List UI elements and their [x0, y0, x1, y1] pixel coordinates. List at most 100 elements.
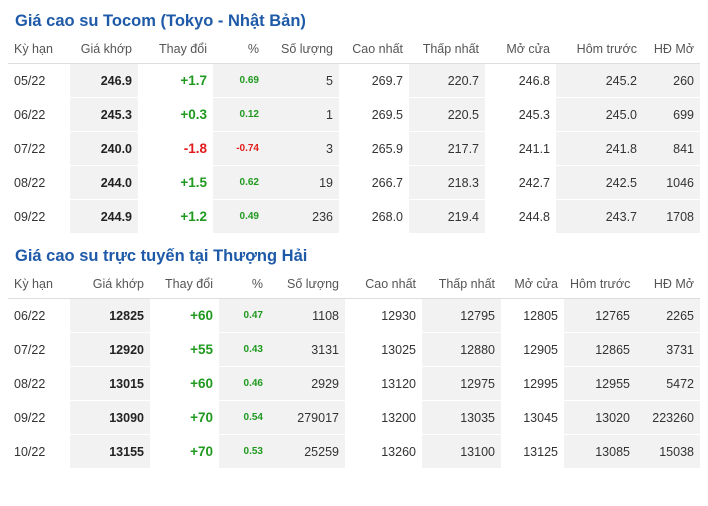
cell-gia-khop: 13090	[70, 400, 150, 435]
cell-gia-khop: 12825	[70, 298, 150, 333]
col-hd-mo: HĐ Mở	[643, 35, 700, 64]
col-so-luong: Số lượng	[265, 35, 339, 64]
col-cao-nhat: Cao nhất	[345, 270, 422, 299]
col-mo-cua: Mở cửa	[485, 35, 556, 64]
tocom-header-row: Kỳ hạn Giá khớp Thay đổi % Số lượng Cao …	[8, 35, 700, 64]
cell-mo-cua: 242.7	[485, 165, 556, 200]
cell-hom-truoc: 13020	[564, 400, 636, 435]
cell-percent: 0.47	[219, 298, 269, 333]
cell-mo-cua: 13045	[501, 400, 564, 435]
col-gia-khop: Giá khớp	[70, 270, 150, 299]
cell-gia-khop: 13015	[70, 366, 150, 401]
cell-so-luong: 5	[265, 63, 339, 98]
cell-ky-han: 09/22	[8, 400, 70, 435]
cell-percent: 0.53	[219, 434, 269, 469]
cell-mo-cua: 246.8	[485, 63, 556, 98]
cell-hom-truoc: 245.0	[556, 97, 643, 132]
col-ky-han: Kỳ hạn	[8, 35, 70, 64]
cell-hd-mo: 2265	[636, 298, 700, 333]
cell-ky-han: 09/22	[8, 199, 70, 234]
cell-mo-cua: 12905	[501, 332, 564, 367]
cell-thap-nhat: 13100	[422, 434, 501, 469]
col-hom-truoc: Hôm trước	[564, 270, 636, 299]
cell-thay-doi: +1.2	[138, 199, 213, 234]
cell-gia-khop: 246.9	[70, 63, 138, 98]
cell-thap-nhat: 218.3	[409, 165, 485, 200]
cell-thay-doi: +0.3	[138, 97, 213, 132]
cell-cao-nhat: 13260	[345, 434, 422, 469]
table-row: 08/22 13015 +60 0.46 2929 13120 12975 12995 1295…	[8, 366, 700, 401]
col-cao-nhat: Cao nhất	[339, 35, 409, 64]
cell-cao-nhat: 13025	[345, 332, 422, 367]
cell-thay-doi: +55	[150, 332, 219, 367]
cell-cao-nhat: 269.7	[339, 63, 409, 98]
table-row: 08/22 244.0 +1.5 0.62 19 266.7 218.3 242.7 242.5…	[8, 165, 700, 200]
table-row: 10/22 13155 +70 0.53 25259 13260 13100 13125 130…	[8, 434, 700, 469]
col-thap-nhat: Thấp nhất	[422, 270, 501, 299]
shanghai-header-row: Kỳ hạn Giá khớp Thay đổi % Số lượng Cao …	[8, 270, 700, 299]
cell-so-luong: 25259	[269, 434, 345, 469]
col-mo-cua: Mở cửa	[501, 270, 564, 299]
cell-gia-khop: 244.0	[70, 165, 138, 200]
cell-hd-mo: 260	[643, 63, 700, 98]
cell-thap-nhat: 219.4	[409, 199, 485, 234]
cell-percent: 0.54	[219, 400, 269, 435]
cell-percent: 0.43	[219, 332, 269, 367]
cell-thap-nhat: 13035	[422, 400, 501, 435]
cell-mo-cua: 12995	[501, 366, 564, 401]
cell-cao-nhat: 268.0	[339, 199, 409, 234]
cell-gia-khop: 13155	[70, 434, 150, 469]
cell-hd-mo: 15038	[636, 434, 700, 469]
cell-thay-doi: +1.7	[138, 63, 213, 98]
cell-cao-nhat: 12930	[345, 298, 422, 333]
cell-hom-truoc: 243.7	[556, 199, 643, 234]
cell-hd-mo: 841	[643, 131, 700, 166]
cell-cao-nhat: 266.7	[339, 165, 409, 200]
cell-thay-doi: +60	[150, 298, 219, 333]
col-percent: %	[219, 270, 269, 299]
cell-ky-han: 06/22	[8, 298, 70, 333]
cell-so-luong: 236	[265, 199, 339, 234]
cell-thay-doi: -1.8	[138, 131, 213, 166]
table-row: 09/22 244.9 +1.2 0.49 236 268.0 219.4 244.8 243.…	[8, 199, 700, 234]
cell-hom-truoc: 245.2	[556, 63, 643, 98]
cell-gia-khop: 244.9	[70, 199, 138, 234]
cell-ky-han: 08/22	[8, 165, 70, 200]
cell-cao-nhat: 13200	[345, 400, 422, 435]
col-thay-doi: Thay đổi	[138, 35, 213, 64]
cell-gia-khop: 245.3	[70, 97, 138, 132]
cell-ky-han: 10/22	[8, 434, 70, 469]
cell-hom-truoc: 242.5	[556, 165, 643, 200]
cell-mo-cua: 241.1	[485, 131, 556, 166]
col-thay-doi: Thay đổi	[150, 270, 219, 299]
shanghai-section-title: Giá cao su trực tuyến tại Thượng Hải	[15, 247, 308, 265]
cell-so-luong: 3131	[269, 332, 345, 367]
cell-mo-cua: 12805	[501, 298, 564, 333]
cell-ky-han: 05/22	[8, 63, 70, 98]
cell-mo-cua: 245.3	[485, 97, 556, 132]
cell-gia-khop: 12920	[70, 332, 150, 367]
col-ky-han: Kỳ hạn	[8, 270, 70, 299]
cell-thap-nhat: 12880	[422, 332, 501, 367]
cell-thap-nhat: 12975	[422, 366, 501, 401]
cell-percent: -0.74	[213, 131, 265, 166]
tocom-price-table: Kỳ hạn Giá khớp Thay đổi % Số lượng Cao …	[8, 35, 700, 234]
cell-ky-han: 06/22	[8, 97, 70, 132]
cell-hd-mo: 223260	[636, 400, 700, 435]
tocom-table-body: 05/22 246.9 +1.7 0.69 5 269.7 220.7 246.8 245.2 2…	[8, 63, 700, 234]
col-hom-truoc: Hôm trước	[556, 35, 643, 64]
cell-so-luong: 1	[265, 97, 339, 132]
cell-percent: 0.69	[213, 63, 265, 98]
cell-so-luong: 1108	[269, 298, 345, 333]
col-hd-mo: HĐ Mở	[636, 270, 700, 299]
table-row: 09/22 13090 +70 0.54 279017 13200 13035 13045 13…	[8, 400, 700, 435]
cell-percent: 0.62	[213, 165, 265, 200]
cell-so-luong: 19	[265, 165, 339, 200]
cell-hd-mo: 1708	[643, 199, 700, 234]
table-row: 07/22 12920 +55 0.43 3131 13025 12880 12905 1286…	[8, 332, 700, 367]
col-thap-nhat: Thấp nhất	[409, 35, 485, 64]
table-row: 06/22 245.3 +0.3 0.12 1 269.5 220.5 245.3 245.0 6…	[8, 97, 700, 132]
cell-cao-nhat: 265.9	[339, 131, 409, 166]
shanghai-price-table: Kỳ hạn Giá khớp Thay đổi % Số lượng Cao …	[8, 270, 700, 469]
cell-mo-cua: 244.8	[485, 199, 556, 234]
